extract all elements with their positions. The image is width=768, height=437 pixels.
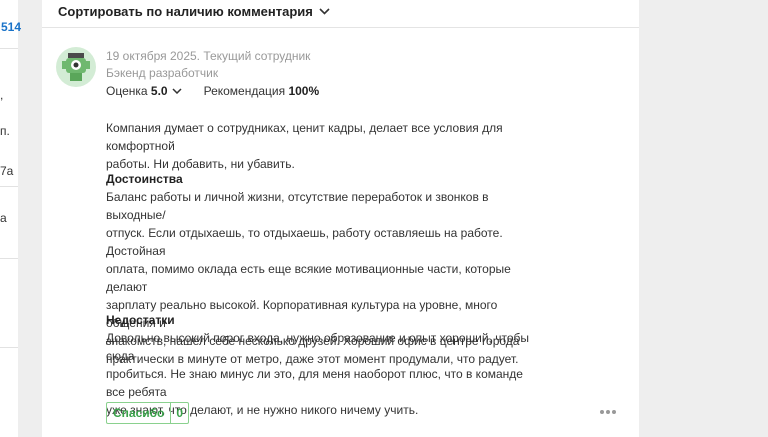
- text-line: Компания думает о сотрудниках, ценит кад…: [106, 121, 503, 153]
- thanks-count: 0: [170, 403, 188, 423]
- recommendation-label: Рекомендация: [203, 84, 286, 98]
- thanks-button[interactable]: Спасибо 0: [106, 402, 190, 424]
- divider: [0, 258, 18, 259]
- sidebar-fragment: ,: [0, 88, 4, 102]
- rating-dropdown[interactable]: Оценка 5.0: [106, 84, 182, 98]
- sidebar-fragment: п.: [0, 124, 10, 138]
- review-card: Сортировать по наличию комментария 19 ок…: [42, 0, 639, 437]
- avatar-robot-icon: [62, 53, 90, 81]
- rating-value: 5.0: [150, 84, 168, 98]
- sort-dropdown[interactable]: Сортировать по наличию комментария: [58, 4, 330, 19]
- sidebar-fragment: 7а: [0, 164, 14, 178]
- pros-title: Достоинства: [106, 172, 183, 186]
- divider: [0, 48, 18, 49]
- review-position: Бэкенд разработчик: [106, 66, 219, 80]
- chevron-down-icon: [172, 88, 182, 94]
- thanks-label: Спасибо: [113, 406, 165, 420]
- sidebar-fragment[interactable]: 514: [1, 20, 21, 34]
- sort-label: Сортировать по наличию комментария: [58, 4, 313, 19]
- cons-title: Недостатки: [106, 313, 175, 327]
- chevron-down-icon: [319, 8, 330, 15]
- sort-bar: Сортировать по наличию комментария: [42, 0, 639, 28]
- text-line: Довольно высокий порог входа, нужно обра…: [106, 331, 530, 363]
- text-line: Баланс работы и личной жизни, отсутствие…: [106, 190, 489, 222]
- text-line: отпуск. Если отдыхаешь, то отдыхаешь, ра…: [106, 226, 503, 258]
- ratings-row: Оценка 5.0 Рекомендация 100%: [106, 84, 319, 98]
- review-meta: 19 октября 2025. Текущий сотрудник Бэкен…: [106, 48, 310, 82]
- recommendation-value: 100%: [288, 84, 320, 98]
- recommendation: Рекомендация 100%: [204, 84, 320, 98]
- divider: [0, 186, 18, 187]
- left-sidebar-partial: 514 , п. 7а а: [0, 0, 21, 437]
- avatar: [56, 47, 96, 87]
- divider: [0, 347, 18, 348]
- review-date-status: 19 октября 2025. Текущий сотрудник: [106, 49, 311, 63]
- more-dots-icon[interactable]: [600, 405, 616, 419]
- rating-label: Оценка: [106, 84, 148, 98]
- text-line: оплата, помимо оклада есть еще всякие мо…: [106, 262, 511, 294]
- text-line: пробиться. Не знаю минус ли это, для мен…: [106, 367, 523, 399]
- sidebar-fragment: а: [0, 211, 7, 225]
- review-summary: Компания думает о сотрудниках, ценит кад…: [106, 119, 538, 173]
